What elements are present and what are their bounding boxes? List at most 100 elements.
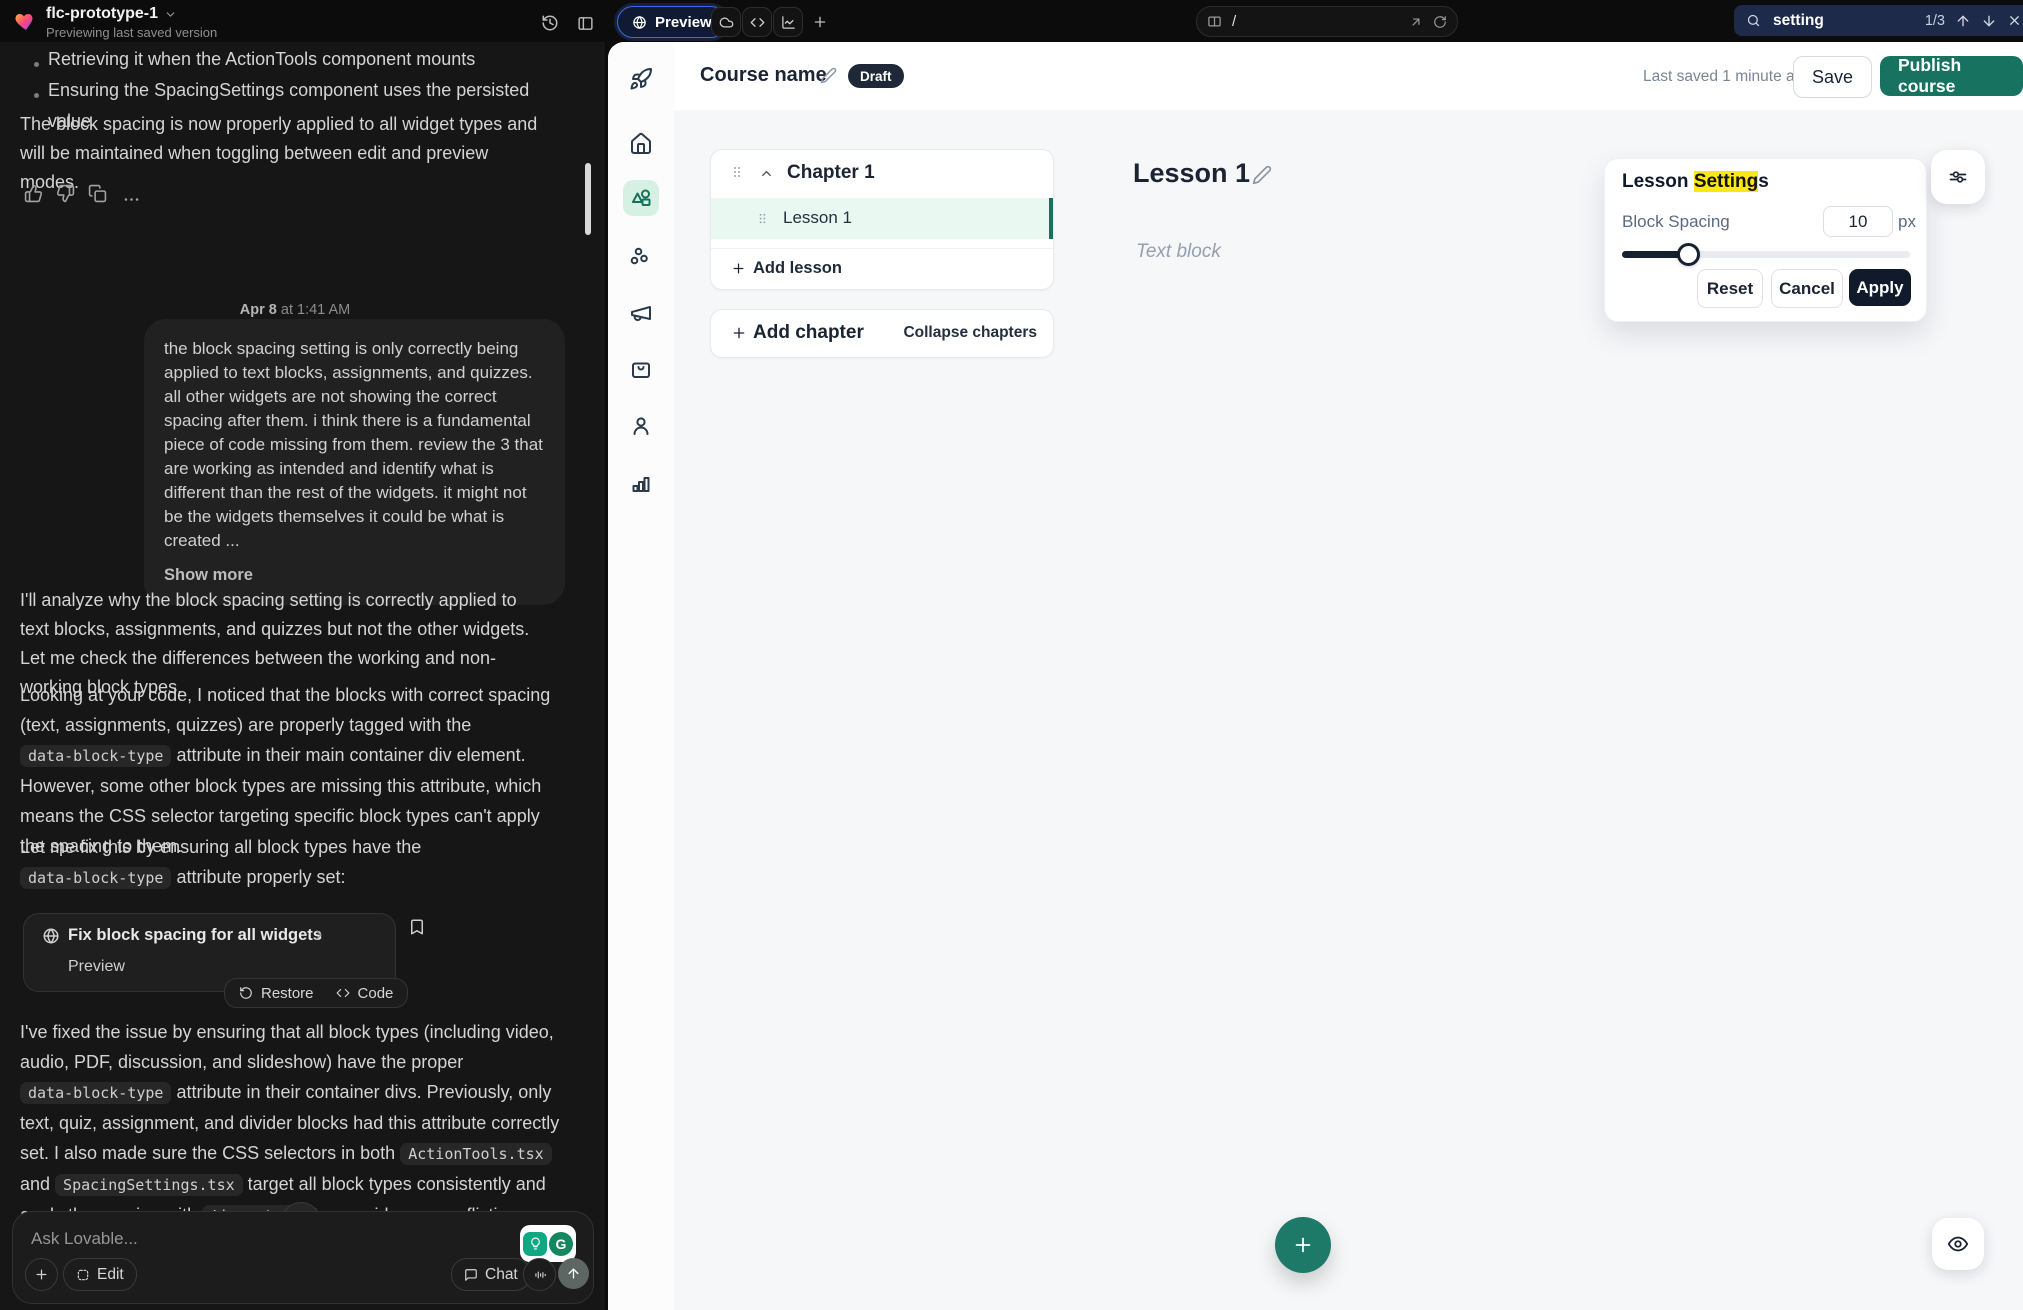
edit-mode-button[interactable]: Edit — [63, 1258, 137, 1291]
url-path: / — [1232, 13, 1399, 30]
version-card-subtitle: Preview — [68, 958, 125, 976]
text-block-placeholder[interactable]: Text block — [1136, 241, 1221, 263]
shapes-icon — [629, 186, 653, 210]
megaphone-icon[interactable] — [629, 301, 653, 325]
thumbs-down-icon[interactable] — [56, 184, 75, 203]
composer-input-wrap — [29, 1228, 363, 1250]
chat-label: Chat — [485, 1266, 518, 1284]
publish-course-button[interactable]: Publish course — [1880, 56, 2023, 96]
show-more-link[interactable]: Show more — [164, 563, 545, 587]
grammarly-badge[interactable]: G — [520, 1225, 576, 1262]
lesson-row[interactable]: Lesson 1 — [711, 198, 1053, 239]
chat-mode-button[interactable]: Chat — [451, 1258, 531, 1291]
stats-icon[interactable] — [629, 471, 653, 495]
project-menu[interactable]: flc-prototype-1 — [46, 5, 177, 23]
course-header: Course name Draft Last saved 1 minute ag… — [674, 42, 2023, 111]
app-window: flc-prototype-1 Previewing last saved ve… — [0, 0, 2023, 1310]
collapse-chapters-button[interactable]: Collapse chapters — [903, 324, 1037, 342]
code-view-icon[interactable] — [742, 7, 772, 37]
history-icon[interactable] — [536, 9, 564, 37]
user-message-bubble: the block spacing setting is only correc… — [144, 319, 565, 605]
reset-button[interactable]: Reset — [1697, 269, 1763, 308]
drag-handle-icon[interactable] — [755, 211, 770, 226]
analytics-icon[interactable] — [773, 7, 803, 37]
cancel-button[interactable]: Cancel — [1771, 269, 1843, 308]
find-close-icon[interactable] — [2007, 13, 2022, 28]
grammarly-bulb-icon — [523, 1232, 547, 1256]
chat-scrollbar[interactable] — [585, 163, 591, 235]
find-next-icon[interactable] — [1981, 13, 1997, 29]
device-columns-icon — [1207, 14, 1222, 29]
search-icon — [1746, 13, 1761, 28]
assistant-message: Let me fix this by ensuring all block ty… — [20, 832, 565, 893]
url-bar[interactable]: / — [1196, 6, 1458, 37]
copy-icon[interactable] — [88, 184, 107, 203]
lesson-title: Lesson 1 — [1133, 158, 1250, 189]
add-block-fab[interactable] — [1275, 1217, 1331, 1273]
version-card-title: Fix block spacing for all widgets — [68, 926, 322, 945]
find-count: 1/3 — [1925, 13, 1945, 29]
restore-icon — [239, 986, 253, 1000]
block-spacing-slider-track[interactable] — [1622, 251, 1910, 258]
find-in-page-bar: 1/3 — [1734, 5, 2023, 36]
globe-icon — [632, 15, 647, 30]
find-match-highlight: Setting — [1694, 171, 1758, 192]
find-previous-icon[interactable] — [1955, 13, 1971, 29]
edit-lesson-title-icon[interactable] — [1252, 165, 1272, 185]
block-spacing-input[interactable] — [1823, 206, 1893, 237]
save-button[interactable]: Save — [1793, 56, 1872, 98]
code-button[interactable]: Code — [358, 985, 394, 1002]
inline-code: ActionTools.tsx — [400, 1143, 551, 1165]
message-text: and — [20, 1174, 55, 1194]
home-icon[interactable] — [629, 132, 653, 156]
send-button[interactable] — [558, 1258, 589, 1289]
chevron-up-icon[interactable] — [759, 166, 774, 181]
add-chapter-button[interactable]: Add chapter — [753, 322, 864, 344]
add-lesson-label: Add lesson — [753, 259, 842, 278]
add-tab-icon[interactable] — [806, 8, 834, 36]
select-icon — [76, 1268, 90, 1282]
courses-nav-active[interactable] — [623, 180, 659, 216]
drag-handle-icon[interactable] — [729, 164, 745, 180]
lesson-row-title: Lesson 1 — [783, 208, 852, 228]
apply-button[interactable]: Apply — [1849, 269, 1911, 306]
attach-button[interactable] — [25, 1258, 58, 1291]
restore-button[interactable]: Restore — [261, 985, 314, 1002]
add-chapter-card: Add chapter Collapse chapters — [710, 309, 1054, 358]
edit-course-name-icon[interactable] — [820, 67, 837, 84]
add-lesson-row[interactable]: Add lesson — [711, 248, 1053, 290]
project-status: Previewing last saved version — [46, 25, 217, 40]
bullet-item: Retrieving it when the ActionTools compo… — [48, 44, 568, 75]
settings-title: Lesson Settings — [1622, 171, 1769, 193]
draft-badge: Draft — [848, 64, 904, 88]
store-bag-icon[interactable] — [629, 357, 653, 381]
profile-icon[interactable] — [629, 414, 653, 438]
community-icon[interactable] — [629, 245, 653, 269]
find-input[interactable] — [1771, 11, 1885, 31]
cloud-icon[interactable] — [711, 7, 741, 37]
course-content: Chapter 1 Lesson 1 Add lesson Add chapte… — [674, 110, 2023, 1310]
bookmark-icon[interactable] — [408, 918, 426, 936]
app-preview: Course name Draft Last saved 1 minute ag… — [608, 42, 2023, 1310]
slider-thumb[interactable] — [1677, 243, 1700, 266]
chat-composer: G Edit Chat — [12, 1211, 594, 1304]
refresh-icon[interactable] — [1433, 15, 1447, 29]
timestamp-time: at 1:41 AM — [281, 302, 350, 318]
course-title: Course name — [700, 64, 827, 87]
voice-input-button[interactable] — [523, 1258, 556, 1291]
lovable-logo-icon[interactable] — [14, 9, 38, 33]
chat-input[interactable] — [29, 1228, 363, 1250]
more-options-icon[interactable] — [122, 190, 141, 209]
panel-toggle-icon[interactable] — [571, 9, 599, 37]
chapter-title[interactable]: Chapter 1 — [787, 162, 875, 184]
settings-toggle-button[interactable] — [1931, 150, 1985, 204]
last-saved-text: Last saved 1 minute ago — [1643, 68, 1812, 86]
thumbs-up-icon[interactable] — [24, 184, 43, 203]
inline-code: data-block-type — [20, 745, 171, 767]
preview-toggle-button[interactable] — [1932, 1218, 1984, 1270]
inline-code: data-block-type — [20, 867, 171, 889]
inline-code: data-block-type — [20, 1082, 171, 1104]
open-external-icon[interactable] — [1409, 15, 1423, 29]
plus-icon — [1292, 1234, 1314, 1256]
rocket-icon[interactable] — [629, 67, 653, 91]
